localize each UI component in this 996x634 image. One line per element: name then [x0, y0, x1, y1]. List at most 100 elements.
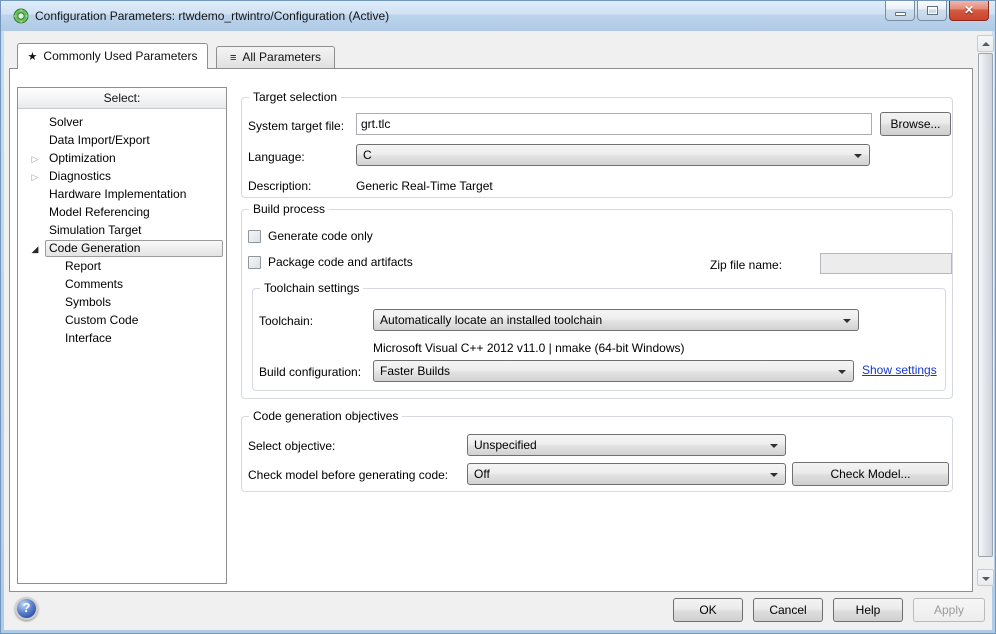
- minimize-icon: [895, 12, 906, 16]
- apply-button: Apply: [913, 598, 985, 622]
- description-label: Description:: [248, 179, 311, 194]
- tree-item-comments[interactable]: Comments: [18, 275, 226, 293]
- tree-item-report[interactable]: Report: [18, 257, 226, 275]
- titlebar[interactable]: Configuration Parameters: rtwdemo_rtwint…: [1, 1, 995, 31]
- maximize-icon: [927, 6, 938, 15]
- tree-item-solver[interactable]: Solver: [18, 113, 226, 131]
- tree-item-simulation-target[interactable]: Simulation Target: [18, 221, 226, 239]
- help-orb-icon[interactable]: ?: [15, 597, 38, 620]
- tree-item-model-referencing[interactable]: Model Referencing: [18, 203, 226, 221]
- language-value: C: [363, 148, 372, 162]
- chevron-down-icon: [854, 154, 862, 158]
- group-legend: Code generation objectives: [249, 409, 402, 424]
- zip-file-name-label: Zip file name:: [710, 258, 782, 273]
- tab-label: All Parameters: [242, 50, 321, 64]
- tree-item-hardware-implementation[interactable]: Hardware Implementation: [18, 185, 226, 203]
- tree-item-custom-code[interactable]: Custom Code: [18, 311, 226, 329]
- question-mark: ?: [17, 600, 36, 615]
- generate-code-only-label: Generate code only: [268, 229, 373, 243]
- build-configuration-value: Faster Builds: [380, 364, 450, 378]
- tree-item-label: Interface: [65, 331, 112, 345]
- tree-item-label: Optimization: [49, 151, 116, 165]
- expanded-arrow-icon[interactable]: [29, 241, 41, 255]
- configset-gear-icon: [13, 8, 29, 24]
- select-objective-select[interactable]: Unspecified: [467, 434, 786, 456]
- tree-item-label: Code Generation: [45, 240, 223, 257]
- tree-item-label: Report: [65, 259, 101, 273]
- select-objective-label: Select objective:: [248, 439, 335, 454]
- description-value: Generic Real-Time Target: [356, 179, 493, 194]
- group-legend: Toolchain settings: [260, 281, 363, 296]
- configuration-parameters-window: Configuration Parameters: rtwdemo_rtwint…: [0, 0, 996, 634]
- tree-item-code-generation[interactable]: Code Generation: [18, 239, 226, 257]
- tree-item-label: Symbols: [65, 295, 111, 309]
- check-model-button[interactable]: Check Model...: [792, 462, 949, 486]
- list-icon: ≡: [230, 52, 236, 64]
- minimize-button[interactable]: [885, 1, 915, 21]
- tab-commonly-used-parameters[interactable]: ★Commonly Used Parameters: [17, 43, 208, 69]
- check-model-value: Off: [474, 467, 490, 481]
- package-code-checkbox[interactable]: [248, 256, 261, 269]
- package-code-row: Package code and artifacts: [248, 255, 413, 269]
- tree-item-symbols[interactable]: Symbols: [18, 293, 226, 311]
- language-label: Language:: [248, 150, 305, 165]
- dialog-client-area: ★Commonly Used Parameters ≡ All Parameter…: [4, 31, 992, 630]
- scroll-down-arrow[interactable]: [977, 569, 994, 586]
- close-icon: ✕: [950, 3, 988, 17]
- build-configuration-label: Build configuration:: [259, 365, 361, 380]
- system-target-file-input[interactable]: [356, 113, 872, 135]
- ok-button[interactable]: OK: [673, 598, 743, 622]
- generate-code-only-checkbox[interactable]: [248, 230, 261, 243]
- select-objective-value: Unspecified: [474, 438, 537, 452]
- tree-item-label: Comments: [65, 277, 123, 291]
- help-button[interactable]: Help: [833, 598, 903, 622]
- window-title: Configuration Parameters: rtwdemo_rtwint…: [35, 1, 389, 31]
- group-legend: Build process: [249, 202, 329, 217]
- scrollbar-thumb[interactable]: [978, 53, 993, 557]
- package-code-label: Package code and artifacts: [268, 255, 413, 269]
- tree-item-label: Hardware Implementation: [49, 187, 186, 201]
- browse-button[interactable]: Browse...: [880, 112, 951, 136]
- tree-item-optimization[interactable]: Optimization: [18, 149, 226, 167]
- codegen-objectives-group: Code generation objectives Select object…: [241, 416, 953, 492]
- collapsed-arrow-icon[interactable]: [29, 169, 41, 183]
- language-select[interactable]: C: [356, 144, 870, 166]
- check-model-select[interactable]: Off: [467, 463, 786, 485]
- chevron-down-icon: [843, 319, 851, 323]
- tree-item-label: Custom Code: [65, 313, 138, 327]
- vertical-scrollbar[interactable]: [977, 35, 994, 586]
- target-selection-group: Target selection System target file: Bro…: [241, 97, 953, 198]
- toolchain-select[interactable]: Automatically locate an installed toolch…: [373, 309, 859, 331]
- zip-file-name-input: [820, 253, 952, 274]
- tree-item-data-import-export[interactable]: Data Import/Export: [18, 131, 226, 149]
- maximize-button[interactable]: [917, 1, 947, 21]
- tree-header: Select:: [18, 88, 226, 109]
- category-tree: Select: Solver Data Import/Export Optimiza…: [17, 87, 227, 584]
- toolchain-label: Toolchain:: [259, 314, 313, 329]
- tab-all-parameters[interactable]: ≡ All Parameters: [216, 46, 335, 68]
- tab-label: Commonly Used Parameters: [43, 49, 197, 63]
- tree-list: Solver Data Import/Export Optimization Diag…: [18, 109, 226, 347]
- system-target-file-label: System target file:: [248, 119, 344, 134]
- tree-item-interface[interactable]: Interface: [18, 329, 226, 347]
- toolchain-info-text: Microsoft Visual C++ 2012 v11.0 | nmake …: [373, 341, 684, 356]
- chevron-down-icon: [770, 444, 778, 448]
- generate-code-only-row: Generate code only: [248, 229, 373, 243]
- build-process-group: Build process Generate code only Package…: [241, 209, 953, 399]
- chevron-down-icon: [770, 473, 778, 477]
- group-legend: Target selection: [249, 90, 341, 105]
- show-settings-link[interactable]: Show settings: [862, 363, 937, 377]
- tree-item-label: Model Referencing: [49, 205, 150, 219]
- check-model-label: Check model before generating code:: [248, 468, 448, 483]
- toolchain-value: Automatically locate an installed toolch…: [380, 313, 602, 327]
- tree-item-label: Simulation Target: [49, 223, 142, 237]
- cancel-button[interactable]: Cancel: [753, 598, 823, 622]
- tree-item-label: Solver: [49, 115, 83, 129]
- tree-item-diagnostics[interactable]: Diagnostics: [18, 167, 226, 185]
- build-configuration-select[interactable]: Faster Builds: [373, 360, 854, 382]
- toolchain-settings-group: Toolchain settings Toolchain: Automatica…: [252, 288, 946, 391]
- collapsed-arrow-icon[interactable]: [29, 151, 41, 165]
- close-button[interactable]: ✕: [949, 1, 989, 21]
- chevron-down-icon: [838, 370, 846, 374]
- scroll-up-arrow[interactable]: [977, 35, 994, 52]
